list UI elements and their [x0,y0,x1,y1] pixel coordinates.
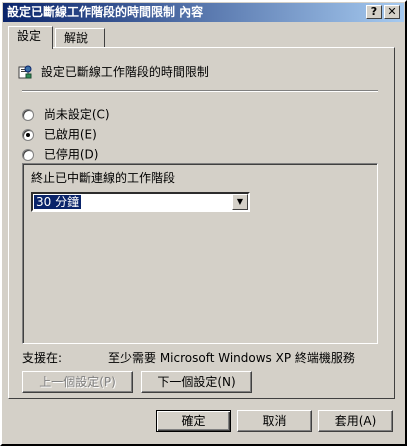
supported-value: 至少需要 Microsoft Windows XP 終端機服務 [108,351,355,365]
dropdown-arrow-icon[interactable]: ▼ [232,194,248,210]
previous-setting-button[interactable]: 上一個設定(P) [22,371,133,393]
timeout-dropdown[interactable]: 30 分鐘 ▼ [31,192,250,212]
next-setting-button[interactable]: 下一個設定(N) [141,371,252,393]
radio-not-configured[interactable]: 尚未設定(C) [22,106,110,122]
window-title: 設定已斷線工作階段的時間限制 內容 [7,5,204,19]
help-button[interactable]: ? [366,5,382,19]
ok-button[interactable]: 確定 [156,410,231,432]
timeout-selected-value: 30 分鐘 [34,195,82,209]
tab-settings[interactable]: 設定 [8,26,53,49]
radio-disabled-label: 已停用(D) [43,147,99,162]
radio-not-configured-circle[interactable] [22,108,34,121]
radio-disabled-circle[interactable] [22,148,34,161]
timeout-label: 終止已中斷連線的工作階段 [31,171,176,185]
close-button[interactable]: ✕ [384,5,400,19]
policy-icon [17,64,33,80]
radio-enabled-circle[interactable] [22,128,34,141]
radio-not-configured-label: 尚未設定(C) [43,107,110,122]
title-bar[interactable]: 設定已斷線工作階段的時間限制 內容 ? ✕ [3,3,404,22]
apply-button[interactable]: 套用(A) [318,410,393,432]
policy-name: 設定已斷線工作階段的時間限制 [40,65,209,79]
policy-header: 設定已斷線工作階段的時間限制 [17,63,209,79]
options-box [22,163,378,344]
separator [22,90,378,92]
cancel-button[interactable]: 取消 [237,410,312,432]
radio-enabled[interactable]: 已啟用(E) [22,126,97,142]
tab-explain[interactable]: 解說 [55,28,105,48]
radio-disabled[interactable]: 已停用(D) [22,146,98,162]
radio-enabled-label: 已啟用(E) [43,127,97,142]
supported-label: 支援在: [22,351,63,365]
